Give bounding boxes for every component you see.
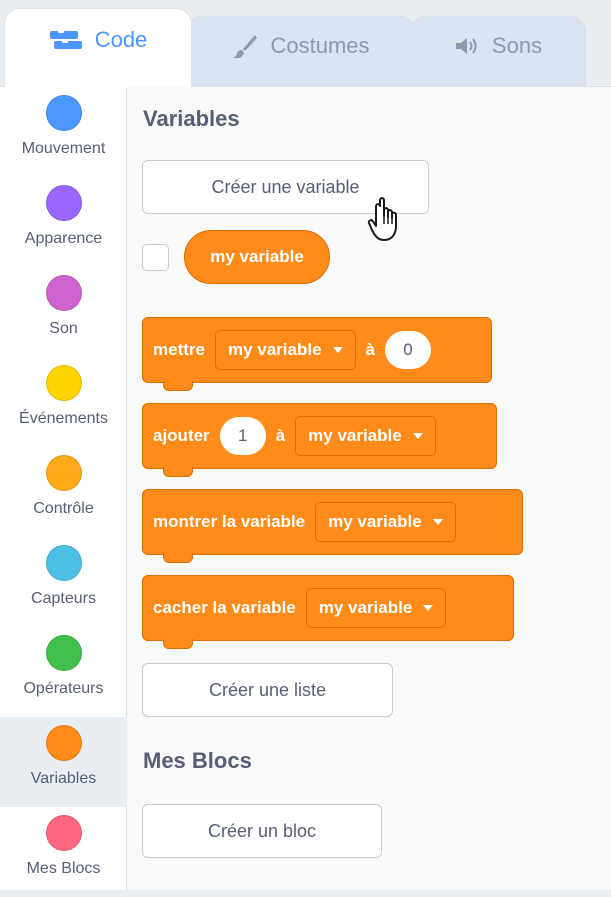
category-dot-operateurs (45, 635, 82, 671)
category-label: Événements (19, 410, 108, 427)
category-mouvement[interactable]: Mouvement (0, 87, 127, 177)
set-variable-block[interactable]: mettre my variable à 0 (142, 317, 492, 391)
block-text: à (275, 426, 286, 445)
hide-variable-block[interactable]: cacher la variable my variable (142, 575, 514, 649)
variable-dropdown[interactable]: my variable (214, 330, 356, 370)
category-capteurs[interactable]: Capteurs (0, 537, 127, 627)
block-text: mettre (153, 340, 205, 359)
editor-tabs: Costumes Sons Code (0, 0, 611, 87)
category-dot-evenements (45, 365, 82, 401)
tab-sons-label: Sons (491, 32, 543, 58)
dropdown-value: my variable (308, 426, 402, 445)
tab-code-label: Code (94, 27, 148, 52)
value-input[interactable]: 1 (219, 417, 266, 455)
category-label: Variables (30, 770, 97, 787)
category-dot-son (45, 275, 82, 311)
category-menu: Mouvement Apparence Son Événements Contr… (0, 87, 127, 890)
tab-code[interactable]: Code (4, 8, 192, 87)
category-dot-variables (45, 725, 82, 761)
hand-pointer-icon (367, 196, 407, 244)
tab-costumes[interactable]: Costumes (186, 16, 416, 86)
category-label: Mouvement (21, 140, 106, 157)
tab-sons[interactable]: Sons (410, 16, 586, 86)
category-dot-capteurs (45, 545, 82, 581)
code-blocks-icon (49, 29, 83, 51)
caret-down-icon (432, 519, 443, 525)
dropdown-value: my variable (227, 340, 322, 359)
show-variable-block[interactable]: montrer la variable my variable (142, 489, 523, 563)
create-block-button[interactable]: Créer un bloc (142, 804, 382, 858)
brush-icon (232, 33, 258, 59)
block-text: montrer la variable (153, 512, 306, 531)
category-dot-mes-blocs (45, 815, 82, 851)
category-variables[interactable]: Variables (0, 717, 127, 807)
category-son[interactable]: Son (0, 267, 127, 357)
category-dot-apparence (45, 185, 82, 221)
change-variable-block[interactable]: ajouter 1 à my variable (142, 403, 497, 477)
category-controle[interactable]: Contrôle (0, 447, 127, 537)
variables-heading: Variables (143, 106, 240, 131)
block-text: à (365, 340, 375, 359)
variable-dropdown[interactable]: my variable (315, 502, 456, 542)
variable-dropdown[interactable]: my variable (305, 588, 447, 628)
caret-down-icon (412, 433, 423, 439)
dropdown-value: my variable (328, 512, 422, 531)
speaker-icon (454, 36, 480, 56)
category-label: Opérateurs (23, 680, 104, 697)
category-evenements[interactable]: Événements (0, 357, 127, 447)
category-dot-controle (45, 455, 82, 491)
category-label: Apparence (24, 230, 103, 247)
category-label: Capteurs (31, 590, 96, 607)
category-mes-blocs[interactable]: Mes Blocs (0, 807, 127, 897)
category-label: Mes Blocs (26, 860, 101, 877)
dropdown-value: my variable (318, 598, 413, 617)
variable-monitor-checkbox[interactable] (142, 244, 169, 271)
variable-reporter-block[interactable]: my variable (184, 230, 330, 284)
caret-down-icon (423, 605, 434, 611)
caret-down-icon (332, 347, 343, 353)
category-label: Contrôle (33, 500, 94, 517)
create-list-button[interactable]: Créer une liste (142, 663, 393, 717)
my-blocks-heading: Mes Blocs (143, 748, 252, 773)
variable-dropdown[interactable]: my variable (295, 416, 436, 456)
category-apparence[interactable]: Apparence (0, 177, 127, 267)
category-dot-mouvement (45, 95, 82, 131)
value-input[interactable]: 0 (385, 331, 431, 369)
block-text: ajouter (153, 426, 210, 445)
block-text: cacher la variable (153, 598, 296, 617)
tab-costumes-label: Costumes (270, 32, 370, 58)
category-operateurs[interactable]: Opérateurs (0, 627, 127, 717)
category-label: Son (49, 320, 78, 337)
